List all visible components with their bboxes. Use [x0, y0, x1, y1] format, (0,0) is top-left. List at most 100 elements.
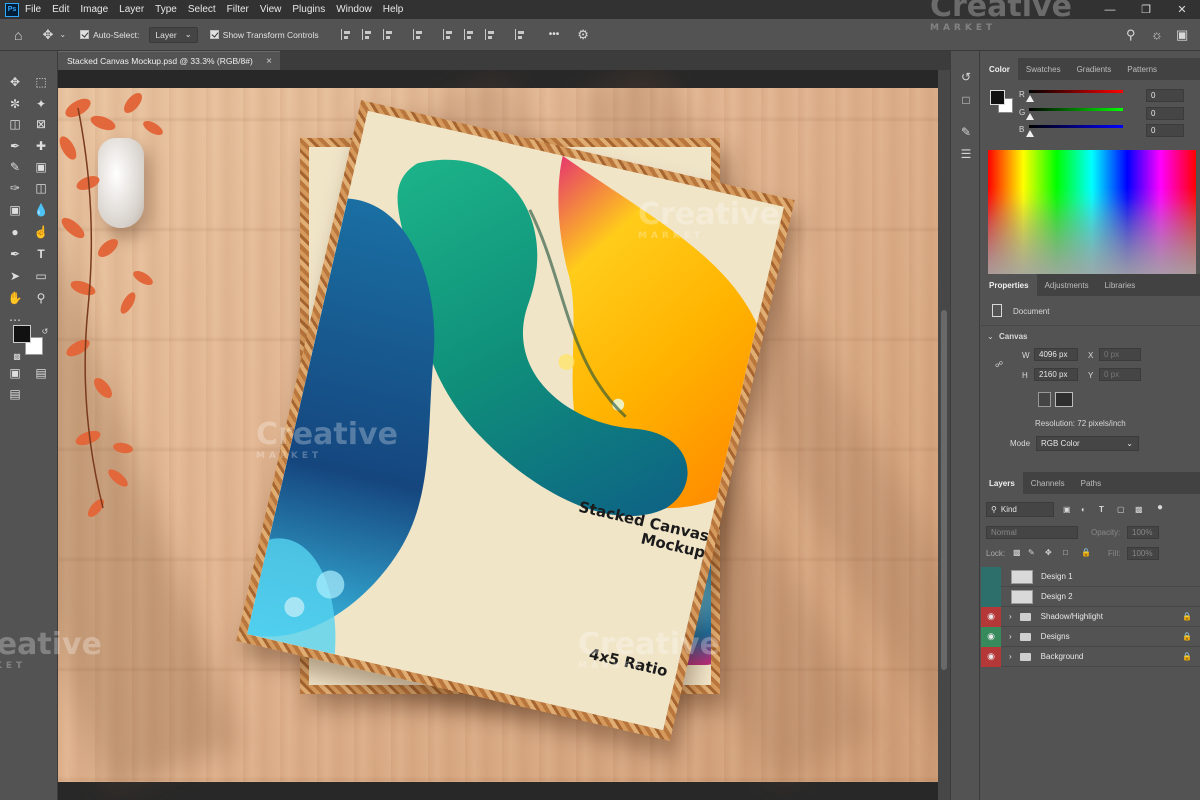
- distribute-v-icon[interactable]: [514, 29, 526, 40]
- gradient-tool-icon[interactable]: ▣: [6, 201, 24, 219]
- b-slider-thumb[interactable]: [1026, 130, 1034, 137]
- r-slider[interactable]: [1029, 90, 1123, 93]
- layer-row[interactable]: ◉ › Designs 🔒: [981, 626, 1200, 647]
- gear-icon[interactable]: ⚙: [577, 27, 589, 43]
- r-value-field[interactable]: 0: [1146, 89, 1184, 102]
- menu-type[interactable]: Type: [155, 4, 177, 15]
- layer-row[interactable]: ◉ › Background 🔒: [981, 646, 1200, 667]
- kind-filter-dropdown[interactable]: ⚲ Kind: [986, 502, 1054, 517]
- menu-image[interactable]: Image: [80, 4, 108, 15]
- align-left-icon[interactable]: [340, 29, 352, 40]
- layer-row[interactable]: ◉ › Shadow/Highlight 🔒: [981, 606, 1200, 627]
- magic-wand-tool-icon[interactable]: ✦: [32, 95, 50, 113]
- tab-swatches[interactable]: Swatches: [1018, 58, 1069, 80]
- zoom-tool-icon[interactable]: ⚲: [32, 289, 50, 307]
- hand-tool-icon[interactable]: ✋: [6, 289, 24, 307]
- path-select-icon[interactable]: ➤: [6, 267, 24, 285]
- eye-icon[interactable]: ◉: [981, 606, 1001, 627]
- link-icon[interactable]: ☍: [995, 360, 1003, 369]
- tab-adjustments[interactable]: Adjustments: [1037, 274, 1097, 296]
- tab-properties[interactable]: Properties: [981, 274, 1037, 296]
- move-tool-icon[interactable]: ✥: [6, 73, 24, 91]
- blend-mode-dropdown[interactable]: Normal: [986, 526, 1078, 539]
- auto-select-dropdown[interactable]: Layer ⌄: [149, 26, 198, 43]
- dodge-tool-icon[interactable]: ●: [6, 223, 24, 241]
- b-slider[interactable]: [1029, 125, 1123, 128]
- search-icon[interactable]: ⚲: [1126, 27, 1136, 43]
- tab-channels[interactable]: Channels: [1023, 472, 1073, 494]
- chevron-down-icon[interactable]: ⌄: [987, 332, 994, 341]
- restore-icon[interactable]: ❐: [1128, 0, 1164, 19]
- chevron-right-icon[interactable]: ›: [1009, 632, 1012, 641]
- history-brush-icon[interactable]: ✑: [6, 179, 24, 197]
- eraser-tool-icon[interactable]: ◫: [32, 179, 50, 197]
- eye-icon[interactable]: [981, 566, 1001, 587]
- rectangle-tool-icon[interactable]: ▭: [32, 267, 50, 285]
- lock-transparent-icon[interactable]: ▩: [1013, 548, 1021, 557]
- brush-tool-icon[interactable]: ✎: [6, 158, 24, 176]
- vertical-scrollbar[interactable]: [938, 70, 950, 800]
- filter-adjustment-icon[interactable]: ◐: [1081, 505, 1086, 514]
- pen-tool-icon[interactable]: ✒: [6, 245, 24, 263]
- landscape-orientation-button[interactable]: [1055, 392, 1073, 407]
- move-tool-icon[interactable]: ✥: [42, 27, 53, 43]
- menu-plugins[interactable]: Plugins: [292, 4, 325, 15]
- g-value-field[interactable]: 0: [1146, 107, 1184, 120]
- align-middle-v-icon[interactable]: [463, 29, 475, 40]
- stamp-tool-icon[interactable]: ▣: [32, 158, 50, 176]
- b-value-field[interactable]: 0: [1146, 124, 1184, 137]
- portrait-orientation-button[interactable]: [1038, 392, 1051, 407]
- smudge-tool-icon[interactable]: ☝: [32, 223, 50, 241]
- eye-icon[interactable]: ◉: [981, 646, 1001, 667]
- align-bottom-icon[interactable]: [484, 29, 496, 40]
- healing-tool-icon[interactable]: ✚: [32, 137, 50, 155]
- color-spectrum[interactable]: [988, 150, 1196, 274]
- close-tab-icon[interactable]: ×: [266, 56, 272, 67]
- y-field[interactable]: 0 px: [1099, 368, 1141, 381]
- crop-tool-icon[interactable]: ◫: [6, 115, 24, 133]
- menu-window[interactable]: Window: [336, 4, 372, 15]
- photoshop-logo-icon[interactable]: Ps: [5, 2, 19, 17]
- tab-paths[interactable]: Paths: [1073, 472, 1109, 494]
- close-window-icon[interactable]: ✕: [1164, 0, 1200, 19]
- scrollbar-thumb[interactable]: [941, 310, 947, 670]
- marquee-tool-icon[interactable]: ⬚: [32, 73, 50, 91]
- more-options-button[interactable]: •••: [549, 29, 560, 40]
- tab-color[interactable]: Color: [981, 58, 1018, 80]
- frame-tool-icon[interactable]: ⊠: [32, 115, 50, 133]
- default-colors-icon[interactable]: ▩: [8, 347, 26, 365]
- menu-layer[interactable]: Layer: [119, 4, 144, 15]
- filter-toggle-icon[interactable]: ●: [1157, 502, 1163, 513]
- menu-view[interactable]: View: [260, 4, 282, 15]
- type-tool-icon[interactable]: T: [32, 245, 50, 263]
- fg-swatch[interactable]: [990, 90, 1005, 105]
- show-transform-checkbox[interactable]: [209, 30, 219, 39]
- tab-libraries[interactable]: Libraries: [1097, 274, 1144, 296]
- mode-dropdown[interactable]: RGB Color ⌄: [1036, 436, 1139, 451]
- tab-patterns[interactable]: Patterns: [1119, 58, 1165, 80]
- align-right-icon[interactable]: [382, 29, 394, 40]
- menu-select[interactable]: Select: [188, 4, 216, 15]
- document-canvas[interactable]: Stacked Canvas Mockup 4x5 Ratio Creative…: [58, 70, 938, 800]
- eyedropper-tool-icon[interactable]: ✒: [6, 137, 24, 155]
- opacity-field[interactable]: 100%: [1127, 526, 1159, 539]
- adjustments-icon[interactable]: ☰: [957, 145, 975, 163]
- comments-icon[interactable]: □: [957, 91, 975, 109]
- layer-row[interactable]: Design 1: [981, 566, 1200, 587]
- lightbulb-icon[interactable]: ☼: [1151, 27, 1163, 42]
- swap-colors-icon[interactable]: ↺: [36, 322, 54, 340]
- r-slider-thumb[interactable]: [1026, 95, 1034, 102]
- eye-icon[interactable]: [981, 586, 1001, 607]
- x-field[interactable]: 0 px: [1099, 348, 1141, 361]
- eye-icon[interactable]: ◉: [981, 626, 1001, 647]
- chevron-right-icon[interactable]: ›: [1009, 652, 1012, 661]
- g-slider[interactable]: [1029, 108, 1123, 111]
- menu-filter[interactable]: Filter: [227, 4, 249, 15]
- menu-file[interactable]: File: [25, 4, 41, 15]
- quick-mask-icon[interactable]: ▣: [6, 364, 24, 382]
- brush-settings-icon[interactable]: ✎: [957, 123, 975, 141]
- workspace-icon[interactable]: ▣: [1176, 27, 1188, 43]
- history-icon[interactable]: ↺: [957, 68, 975, 86]
- filter-smart-icon[interactable]: ▩: [1135, 505, 1143, 514]
- chevron-down-icon[interactable]: ⌄: [59, 30, 66, 39]
